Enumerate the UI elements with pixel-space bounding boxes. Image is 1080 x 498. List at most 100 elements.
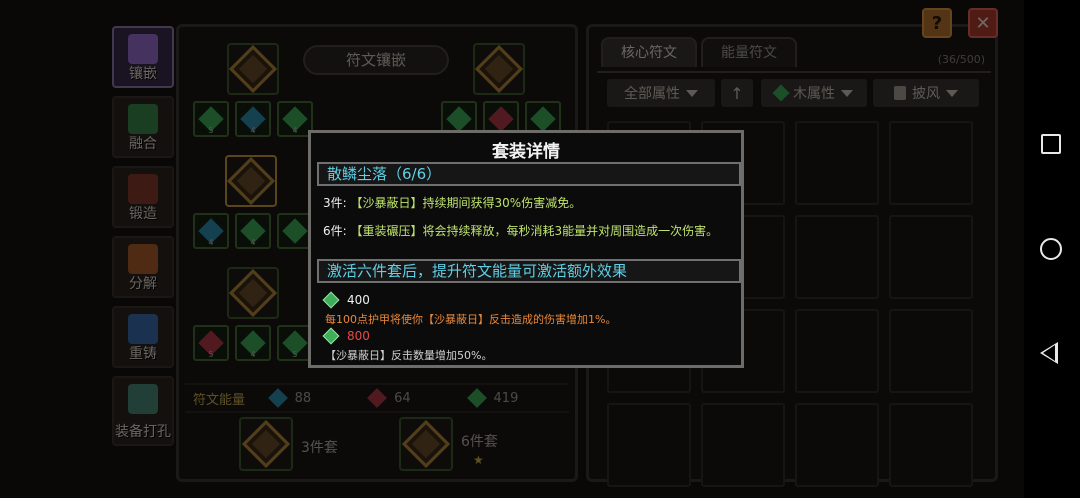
nav-item-inlay[interactable]: 镶嵌 <box>112 26 174 88</box>
rune-grid-cell[interactable] <box>889 403 973 487</box>
rune-slot[interactable] <box>473 43 525 95</box>
recents-icon[interactable] <box>1041 134 1061 154</box>
energy-value-green: 419 <box>466 388 569 408</box>
nav-item-forge[interactable]: 锻造 <box>112 166 174 228</box>
rune-medal-icon <box>228 268 278 318</box>
rune-medal-icon <box>474 44 524 94</box>
wood-element-icon <box>772 84 790 102</box>
bonus-threshold-800: 800 <box>322 327 370 345</box>
bonus-description: 【沙暴蔽日】反击数量增加50%。 <box>325 349 493 362</box>
set-medal-icon <box>401 419 451 469</box>
chevron-down-icon <box>841 89 853 97</box>
teal-energy-icon <box>267 388 288 408</box>
set-6-label: 6件套 <box>461 434 498 450</box>
energy-rune-slot[interactable]: 5 <box>193 101 229 137</box>
rune-medal-icon <box>226 156 276 206</box>
recast-icon <box>128 314 158 344</box>
tab-energy-runes[interactable]: 能量符文 <box>701 37 797 67</box>
rune-grid-cell[interactable] <box>795 403 879 487</box>
rune-count: (36/500) <box>937 53 985 66</box>
bonus-value: 800 <box>347 329 370 343</box>
energy-value-teal: 88 <box>267 388 370 408</box>
energy-rune-slot[interactable]: 5 <box>193 325 229 361</box>
green-energy-icon <box>466 388 487 408</box>
activate-bonus-title: 激活六件套后，提升符文能量可激活额外效果 <box>317 259 741 283</box>
nav-item-decompose[interactable]: 分解 <box>112 236 174 298</box>
attribute-filter-dropdown[interactable]: 全部属性 <box>607 79 715 107</box>
nav-item-label: 装备打孔 <box>115 424 171 440</box>
set-effect-6: 6件: 【重装碾压】将会持续释放，每秒消耗3能量并对周围造成一次伤害。 <box>323 223 733 239</box>
rune-grid-cell[interactable] <box>889 215 973 299</box>
rune-grid-cell[interactable] <box>701 403 785 487</box>
filter-row: 全部属性 ↑ 木属性 披风 <box>597 71 991 109</box>
energy-rune-slot[interactable]: 4 <box>235 101 271 137</box>
set-name: 散鳞尘落（6/6） <box>317 162 741 186</box>
effect-piece-count: 3件: <box>323 196 347 210</box>
energy-rune-slot[interactable]: 4 <box>193 213 229 249</box>
set-3-slot[interactable] <box>239 417 293 471</box>
rune-grid-cell[interactable] <box>889 309 973 393</box>
rune-slot[interactable] <box>227 267 279 319</box>
effect-text: 【重装碾压】将会持续释放，每秒消耗3能量并对周围造成一次伤害。 <box>350 224 719 238</box>
panel-title: 符文镶嵌 <box>303 45 449 75</box>
nav-item-fuse[interactable]: 融合 <box>112 96 174 158</box>
red-energy-icon <box>367 388 387 408</box>
inlay-icon <box>128 34 158 64</box>
rune-grid-cell[interactable] <box>607 403 691 487</box>
set-effect-3: 3件: 【沙暴蔽日】持续期间获得30%伤害减免。 <box>323 195 733 211</box>
effect-text: 【沙暴蔽日】持续期间获得30%伤害减免。 <box>350 196 582 210</box>
help-button[interactable]: ? <box>922 8 952 38</box>
nav-item-label: 融合 <box>129 136 157 152</box>
star-icon: ★ <box>473 453 484 467</box>
rune-slot[interactable] <box>227 43 279 95</box>
nav-item-label: 重铸 <box>129 346 157 362</box>
rune-slot-selected[interactable] <box>225 155 277 207</box>
arrow-up-icon: ↑ <box>730 83 744 103</box>
rune-level: 5 <box>208 350 214 359</box>
sort-button[interactable]: ↑ <box>721 79 753 107</box>
game-screen: 镶嵌 融合 锻造 分解 重铸 装备打孔 符文镶嵌 5 4 4 4 4 5 4 5… <box>0 0 1024 498</box>
rune-level: 4 <box>250 126 256 135</box>
rune-level: 4 <box>292 126 298 135</box>
nav-item-recast[interactable]: 重铸 <box>112 306 174 368</box>
bonus-value: 400 <box>347 293 370 307</box>
decompose-icon <box>128 244 158 274</box>
rune-grid-cell[interactable] <box>795 121 879 205</box>
filter-label: 披风 <box>912 86 940 102</box>
rune-gem-icon <box>446 106 472 132</box>
green-energy-icon <box>322 291 340 309</box>
nav-item-label: 镶嵌 <box>129 66 157 82</box>
element-filter-dropdown[interactable]: 木属性 <box>761 79 867 107</box>
energy-rune-slot[interactable]: 4 <box>235 213 271 249</box>
close-button[interactable]: ✕ <box>968 8 998 38</box>
rune-level: 5 <box>292 350 298 359</box>
left-nav: 镶嵌 融合 锻造 分解 重铸 装备打孔 <box>112 26 180 454</box>
set-3-label: 3件套 <box>301 440 338 456</box>
rune-energy-bar: 符文能量 88 64 419 <box>185 383 569 413</box>
bonus-description: 每100点护甲将使你【沙暴蔽日】反击造成的伤害增加1%。 <box>325 313 617 326</box>
home-icon[interactable] <box>1040 238 1062 260</box>
bonus-threshold-400: 400 <box>322 291 370 309</box>
energy-value-text: 88 <box>294 390 312 406</box>
rune-level: 4 <box>250 238 256 247</box>
slot-filter-dropdown[interactable]: 披风 <box>873 79 979 107</box>
set-detail-modal: 套装详情 散鳞尘落（6/6） 3件: 【沙暴蔽日】持续期间获得30%伤害减免。 … <box>308 130 744 368</box>
energy-rune-slot[interactable]: 4 <box>235 325 271 361</box>
rune-grid-cell[interactable] <box>795 309 879 393</box>
set-6-slot[interactable] <box>399 417 453 471</box>
set-medal-icon <box>241 419 291 469</box>
green-energy-icon <box>322 327 340 345</box>
nav-item-label: 分解 <box>129 276 157 292</box>
rune-grid-cell[interactable] <box>889 121 973 205</box>
rune-grid-cell[interactable] <box>795 215 879 299</box>
rune-level: 5 <box>208 126 214 135</box>
tab-core-runes[interactable]: 核心符文 <box>601 37 697 67</box>
back-icon[interactable] <box>1040 342 1058 364</box>
cloak-icon <box>894 86 906 100</box>
nav-item-socket-punch[interactable]: 装备打孔 <box>112 376 174 446</box>
rune-medal-icon <box>228 44 278 94</box>
rune-gem-icon <box>530 106 556 132</box>
nav-item-label: 锻造 <box>129 206 157 222</box>
filter-label: 全部属性 <box>624 86 680 102</box>
filter-label: 木属性 <box>793 86 835 102</box>
